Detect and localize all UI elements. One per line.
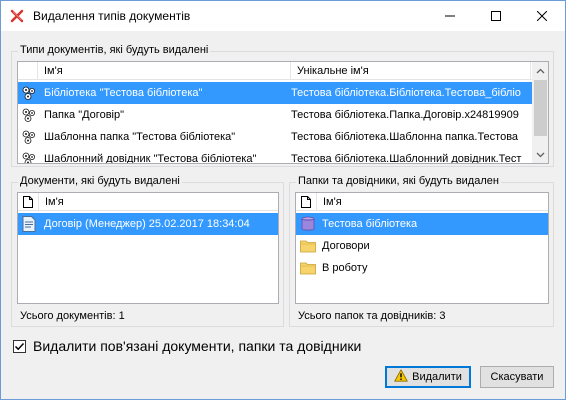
cancel-button-label: Скасувати	[490, 371, 544, 383]
window-title: Видалення типів документів	[33, 9, 191, 23]
document-icon	[301, 196, 311, 211]
dialog-window: Видалення типів документів Типи документ…	[0, 0, 566, 400]
document-row[interactable]: Договір (Менеджер) 25.02.2017 18:34:04	[18, 213, 278, 235]
delete-button[interactable]: Видалити	[385, 366, 471, 388]
header-name-column[interactable]: Ім'я	[316, 193, 548, 211]
close-icon	[537, 11, 547, 21]
doc-type-unique-name: Тестова бібліотека.Шаблонна папка.Тестов…	[291, 131, 519, 143]
doc-types-group: Типи документів, які будуть видалені Ім'…	[11, 44, 554, 167]
doc-type-name: Папка "Договір"	[44, 109, 125, 121]
doc-type-name: Бібліотека "Тестова бібліотека"	[44, 87, 203, 99]
folders-list-header: Ім'я	[296, 193, 548, 211]
folder-icon	[300, 239, 316, 256]
documents-group-label: Документи, які будуть видалені	[18, 175, 182, 187]
doc-types-scrollbar[interactable]	[532, 62, 548, 163]
doc-type-row[interactable]: Папка "Договір" Тестова бібліотека.Папка…	[18, 104, 533, 126]
folder-row[interactable]: Договори	[296, 235, 548, 257]
chevron-down-icon	[536, 152, 545, 157]
documents-list[interactable]: Ім'я Договір (Менеджер) 25.02.2017 18:34…	[17, 192, 279, 304]
folder-icon	[300, 261, 316, 278]
folders-list[interactable]: Ім'я Тестова бібліотека Договори В робот…	[295, 192, 549, 304]
folders-summary: Усього папок та довідників: 3	[298, 310, 446, 322]
library-icon	[300, 216, 316, 235]
folder-name: Договори	[322, 240, 370, 252]
scroll-up-button[interactable]	[532, 62, 548, 79]
delete-x-icon	[9, 8, 25, 24]
minimize-icon	[445, 15, 455, 17]
documents-list-header: Ім'я	[18, 193, 278, 211]
documents-summary: Усього документів: 1	[20, 310, 125, 322]
title-bar[interactable]: Видалення типів документів	[1, 1, 565, 31]
doc-types-group-label: Типи документів, які будуть видалені	[18, 44, 211, 56]
gear-cluster-icon	[21, 151, 37, 163]
delete-related-label[interactable]: Видалити пов'язані документи, папки та д…	[33, 338, 361, 354]
doc-type-unique-name: Тестова бібліотека.Бібліотека.Тестова_бі…	[291, 87, 521, 99]
doc-type-name: Шаблонна папка "Тестова бібліотека"	[44, 131, 236, 143]
doc-type-unique-name: Тестова бібліотека.Папка.Договір.x248199…	[291, 109, 519, 121]
warning-icon	[394, 369, 408, 385]
header-unique-name-column[interactable]: Унікальне ім'я	[291, 62, 531, 80]
cancel-button[interactable]: Скасувати	[480, 366, 554, 388]
folder-name: В роботу	[322, 262, 368, 274]
folder-row[interactable]: Тестова бібліотека	[296, 213, 548, 235]
folders-group-label: Папки та довідники, які будуть видален	[296, 175, 501, 187]
doc-types-list-header: Ім'я Унікальне ім'я	[18, 62, 548, 80]
doc-type-unique-name: Тестова бібліотека.Шаблонний довідник.Те…	[291, 153, 522, 164]
header-name-column[interactable]: Ім'я	[38, 193, 278, 211]
folders-group: Папки та довідники, які будуть видален І…	[289, 175, 554, 327]
gear-cluster-icon	[21, 129, 37, 148]
document-icon	[23, 196, 33, 211]
close-button[interactable]	[519, 1, 565, 31]
header-icon-column[interactable]	[18, 62, 38, 80]
scroll-thumb[interactable]	[534, 80, 547, 136]
minimize-button[interactable]	[427, 1, 473, 31]
delete-related-checkbox[interactable]	[13, 339, 26, 353]
folder-name: Тестова бібліотека	[322, 218, 418, 230]
contract-document-icon	[22, 216, 36, 235]
doc-type-row[interactable]: Шаблонна папка "Тестова бібліотека" Тест…	[18, 126, 533, 148]
doc-types-list[interactable]: Ім'я Унікальне ім'я Бібліотека "Тестова …	[17, 61, 549, 164]
delete-button-label: Видалити	[412, 371, 462, 383]
chevron-up-icon	[536, 68, 545, 73]
document-name: Договір (Менеджер) 25.02.2017 18:34:04	[44, 218, 250, 230]
delete-related-option[interactable]: Видалити пов'язані документи, папки та д…	[13, 336, 361, 356]
doc-type-name: Шаблонний довідник "Тестова бібліотека"	[44, 153, 257, 164]
gear-cluster-icon	[21, 107, 37, 126]
documents-group: Документи, які будуть видалені Ім'я Дого…	[11, 175, 284, 327]
checkmark-icon	[14, 342, 25, 350]
maximize-button[interactable]	[473, 1, 519, 31]
doc-type-row[interactable]: Шаблонний довідник "Тестова бібліотека" …	[18, 148, 533, 164]
maximize-icon	[491, 11, 501, 21]
doc-type-row[interactable]: Бібліотека "Тестова бібліотека" Тестова …	[18, 82, 533, 104]
folder-row[interactable]: В роботу	[296, 257, 548, 279]
gear-cluster-icon	[21, 85, 37, 104]
scroll-down-button[interactable]	[532, 146, 548, 163]
header-name-column[interactable]: Ім'я	[38, 62, 291, 80]
